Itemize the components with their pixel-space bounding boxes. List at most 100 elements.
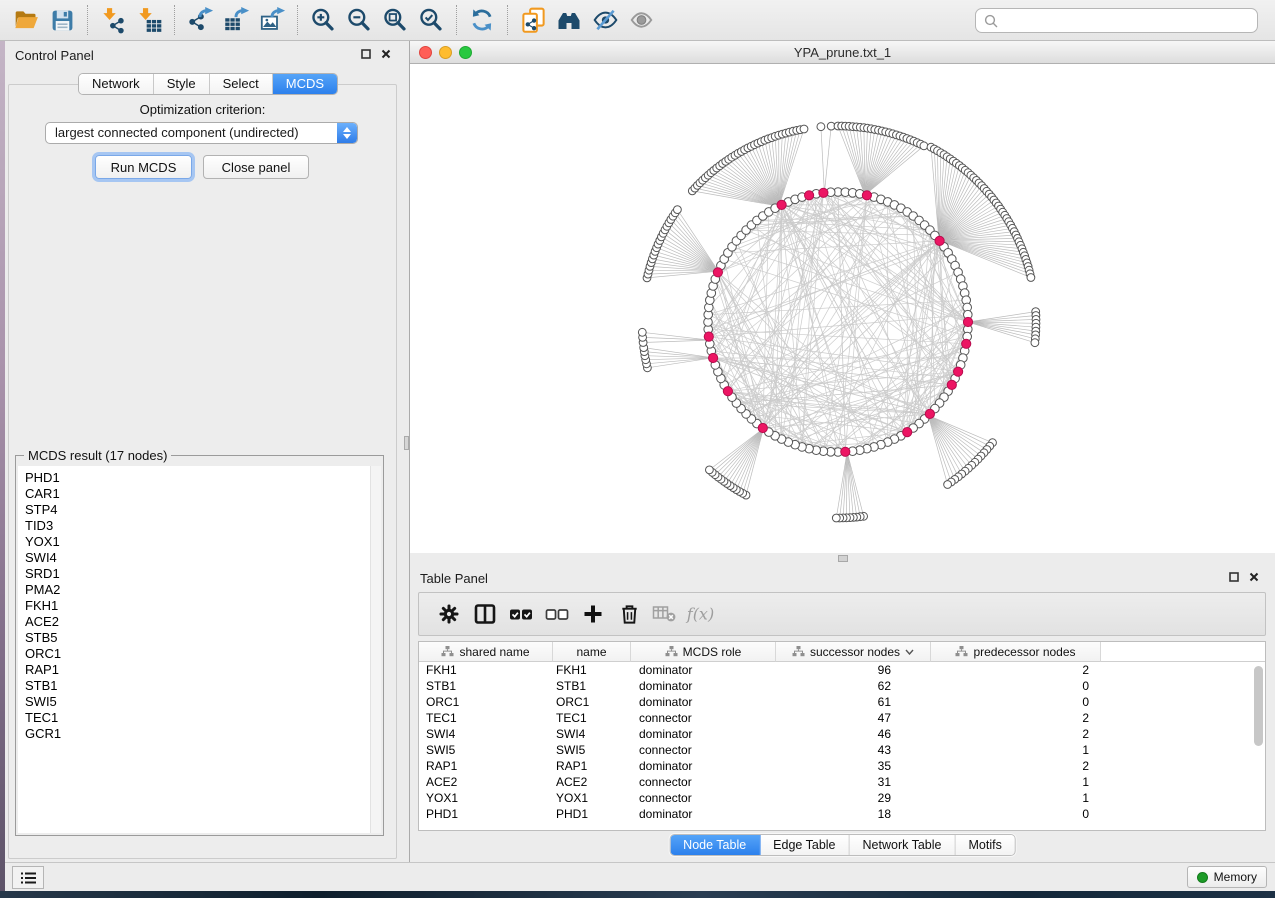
mcds-result-item[interactable]: SRD1	[18, 566, 381, 582]
mcds-result-item[interactable]: PMA2	[18, 582, 381, 598]
horizontal-splitter[interactable]	[410, 553, 1275, 564]
cell-successor-nodes[interactable]: 35	[776, 758, 931, 774]
zoom-out-button[interactable]	[342, 3, 376, 37]
float-panel-icon[interactable]	[1229, 572, 1239, 582]
cell-MCDS-role[interactable]: connector	[631, 742, 776, 758]
cell-MCDS-role[interactable]: dominator	[631, 806, 776, 822]
mcds-result-item[interactable]: PHD1	[18, 470, 381, 486]
cell-name[interactable]: PHD1	[553, 806, 631, 822]
cell-MCDS-role[interactable]: connector	[631, 774, 776, 790]
cell-successor-nodes[interactable]: 61	[776, 694, 931, 710]
close-panel-icon[interactable]	[381, 49, 391, 59]
result-list-scrollbar[interactable]	[370, 466, 381, 833]
cell-name[interactable]: ORC1	[553, 694, 631, 710]
table-row[interactable]: PHD1PHD1dominator180	[419, 806, 1265, 822]
cell-shared-name[interactable]: PHD1	[419, 806, 553, 822]
column-header-predecessor-nodes[interactable]: predecessor nodes	[931, 642, 1101, 662]
cell-predecessor-nodes[interactable]: 0	[931, 678, 1101, 694]
mcds-result-item[interactable]: STB5	[18, 630, 381, 646]
cell-name[interactable]: RAP1	[553, 758, 631, 774]
cell-predecessor-nodes[interactable]: 1	[931, 790, 1101, 806]
new-network-from-selection-button[interactable]	[516, 3, 550, 37]
cell-successor-nodes[interactable]: 43	[776, 742, 931, 758]
close-panel-button[interactable]: Close panel	[203, 155, 309, 179]
table-row[interactable]: SWI4SWI4dominator462	[419, 726, 1265, 742]
cell-predecessor-nodes[interactable]: 2	[931, 726, 1101, 742]
mcds-result-item[interactable]: SWI5	[18, 694, 381, 710]
cell-shared-name[interactable]: SWI5	[419, 742, 553, 758]
mcds-result-item[interactable]: ACE2	[18, 614, 381, 630]
network-canvas[interactable]	[410, 64, 1275, 553]
splitter-handle[interactable]	[404, 436, 409, 450]
cell-name[interactable]: YOX1	[553, 790, 631, 806]
column-header-successor-nodes[interactable]: successor nodes	[776, 642, 931, 662]
network-graph[interactable]	[410, 64, 1275, 553]
cell-name[interactable]: STB1	[553, 678, 631, 694]
cell-MCDS-role[interactable]: connector	[631, 710, 776, 726]
cell-MCDS-role[interactable]: dominator	[631, 662, 776, 678]
hide-selected-button[interactable]	[588, 3, 622, 37]
column-header-shared-name[interactable]: shared name	[419, 642, 553, 662]
criterion-dropdown[interactable]: largest connected component (undirected)	[45, 122, 358, 144]
mcds-result-item[interactable]: STP4	[18, 502, 381, 518]
tab-mcds[interactable]: MCDS	[273, 74, 337, 94]
search-input[interactable]	[1004, 11, 1257, 31]
mcds-result-item[interactable]: YOX1	[18, 534, 381, 550]
cell-name[interactable]: TEC1	[553, 710, 631, 726]
cell-shared-name[interactable]: YOX1	[419, 790, 553, 806]
mcds-result-item[interactable]: FKH1	[18, 598, 381, 614]
table-row[interactable]: YOX1YOX1connector291	[419, 790, 1265, 806]
cell-shared-name[interactable]: FKH1	[419, 662, 553, 678]
select-all-rows-button[interactable]	[505, 598, 537, 630]
tab-select[interactable]: Select	[210, 74, 273, 94]
column-header-MCDS-role[interactable]: MCDS role	[631, 642, 776, 662]
table-row[interactable]: TEC1TEC1connector472	[419, 710, 1265, 726]
mcds-result-item[interactable]: GCR1	[18, 726, 381, 742]
cell-shared-name[interactable]: ORC1	[419, 694, 553, 710]
add-column-button[interactable]	[577, 598, 609, 630]
mcds-result-item[interactable]: TID3	[18, 518, 381, 534]
cell-name[interactable]: ACE2	[553, 774, 631, 790]
zoom-in-button[interactable]	[306, 3, 340, 37]
cell-MCDS-role[interactable]: dominator	[631, 694, 776, 710]
tab-style[interactable]: Style	[154, 74, 210, 94]
tab-motifs[interactable]: Motifs	[955, 835, 1014, 855]
cell-successor-nodes[interactable]: 62	[776, 678, 931, 694]
cell-shared-name[interactable]: ACE2	[419, 774, 553, 790]
cell-MCDS-role[interactable]: connector	[631, 790, 776, 806]
cell-successor-nodes[interactable]: 29	[776, 790, 931, 806]
cell-predecessor-nodes[interactable]: 1	[931, 742, 1101, 758]
cell-shared-name[interactable]: TEC1	[419, 710, 553, 726]
table-settings-button[interactable]	[433, 598, 465, 630]
tab-node-table[interactable]: Node Table	[670, 835, 760, 855]
cell-predecessor-nodes[interactable]: 2	[931, 662, 1101, 678]
mcds-result-list[interactable]: PHD1CAR1STP4TID3YOX1SWI4SRD1PMA2FKH1ACE2…	[18, 466, 381, 833]
cell-successor-nodes[interactable]: 18	[776, 806, 931, 822]
search-box[interactable]	[975, 8, 1258, 33]
cell-predecessor-nodes[interactable]: 0	[931, 806, 1101, 822]
tab-network[interactable]: Network	[79, 74, 154, 94]
table-row[interactable]: STB1STB1dominator620	[419, 678, 1265, 694]
split-table-button[interactable]	[469, 598, 501, 630]
cell-predecessor-nodes[interactable]: 0	[931, 694, 1101, 710]
column-header-name[interactable]: name	[553, 642, 631, 662]
table-scrollbar-thumb[interactable]	[1254, 666, 1263, 746]
cell-shared-name[interactable]: RAP1	[419, 758, 553, 774]
deselect-all-rows-button[interactable]	[541, 598, 573, 630]
cell-shared-name[interactable]: SWI4	[419, 726, 553, 742]
cell-MCDS-role[interactable]: dominator	[631, 758, 776, 774]
export-table-button[interactable]	[219, 3, 253, 37]
refresh-view-button[interactable]	[465, 3, 499, 37]
cell-name[interactable]: SWI5	[553, 742, 631, 758]
splitter-handle[interactable]	[838, 555, 848, 562]
zoom-selected-button[interactable]	[414, 3, 448, 37]
memory-button[interactable]: Memory	[1187, 866, 1267, 888]
import-table-button[interactable]	[132, 3, 166, 37]
mcds-result-item[interactable]: ORC1	[18, 646, 381, 662]
cell-successor-nodes[interactable]: 31	[776, 774, 931, 790]
cell-successor-nodes[interactable]: 47	[776, 710, 931, 726]
mcds-result-item[interactable]: CAR1	[18, 486, 381, 502]
cell-MCDS-role[interactable]: dominator	[631, 678, 776, 694]
zoom-fit-button[interactable]	[378, 3, 412, 37]
mcds-result-item[interactable]: STB1	[18, 678, 381, 694]
